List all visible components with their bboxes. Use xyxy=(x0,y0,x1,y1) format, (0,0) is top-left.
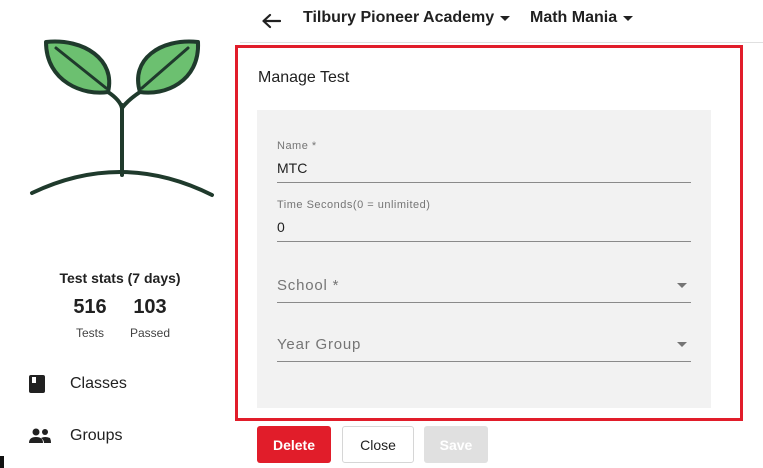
stat-tests-label: Tests xyxy=(75,326,104,340)
stat-passed-value: 103 xyxy=(133,296,167,318)
sidebar: Test stats (7 days) 516 Tests 103 Passed… xyxy=(0,0,240,468)
school-select-placeholder: School * xyxy=(277,276,340,294)
book-icon xyxy=(28,372,54,396)
time-seconds-value[interactable]: 0 xyxy=(277,219,691,235)
sidebar-item-label: Groups xyxy=(70,427,123,444)
school-select-row[interactable]: School * xyxy=(277,274,691,296)
name-field-value[interactable]: MTC xyxy=(277,160,691,176)
school-dropdown[interactable]: Tilbury Pioneer Academy xyxy=(303,9,511,27)
mouse-cursor xyxy=(0,456,4,468)
field-underline xyxy=(277,302,691,303)
stat-tests-value: 516 xyxy=(73,296,107,318)
close-button[interactable]: Close xyxy=(342,426,414,463)
dropdown-arrow-icon xyxy=(677,282,687,288)
top-bar: Tilbury Pioneer Academy Math Mania xyxy=(240,0,763,42)
test-stats-title: Test stats (7 days) xyxy=(59,270,181,286)
people-icon xyxy=(28,424,54,448)
time-seconds-label: Time Seconds(0 = unlimited) xyxy=(277,199,431,211)
name-field-label: Name * xyxy=(277,140,317,152)
save-button[interactable]: Save xyxy=(424,426,488,463)
app-dropdown[interactable]: Math Mania xyxy=(530,9,634,27)
name-field[interactable]: Name * MTC xyxy=(277,140,691,183)
sprout-logo xyxy=(30,39,214,197)
sidebar-item-groups[interactable]: Groups xyxy=(28,420,122,452)
delete-button[interactable]: Delete xyxy=(257,426,331,463)
stat-passed: 103 Passed xyxy=(120,296,180,340)
stat-passed-label: Passed xyxy=(129,326,171,340)
chevron-down-icon xyxy=(623,15,634,21)
sidebar-item-label: Classes xyxy=(70,375,127,392)
year-group-select[interactable]: Year Group xyxy=(277,333,691,362)
stat-tests: 516 Tests xyxy=(60,296,120,340)
field-underline xyxy=(277,241,691,242)
school-select[interactable]: School * xyxy=(277,274,691,303)
year-group-placeholder: Year Group xyxy=(277,335,362,353)
field-underline xyxy=(277,182,691,183)
sidebar-item-classes[interactable]: Classes xyxy=(28,368,127,400)
school-dropdown-label: Tilbury Pioneer Academy xyxy=(303,9,495,26)
divider xyxy=(240,42,763,43)
year-group-select-row[interactable]: Year Group xyxy=(277,333,691,355)
page-title: Manage Test xyxy=(258,69,350,86)
test-form: Name * MTC Time Seconds(0 = unlimited) 0… xyxy=(257,110,711,408)
app-dropdown-label: Math Mania xyxy=(530,9,618,26)
dropdown-arrow-icon xyxy=(677,341,687,347)
chevron-down-icon xyxy=(500,15,511,21)
back-arrow-icon[interactable] xyxy=(258,8,284,34)
field-underline xyxy=(277,361,691,362)
time-seconds-field[interactable]: Time Seconds(0 = unlimited) 0 xyxy=(277,199,691,242)
